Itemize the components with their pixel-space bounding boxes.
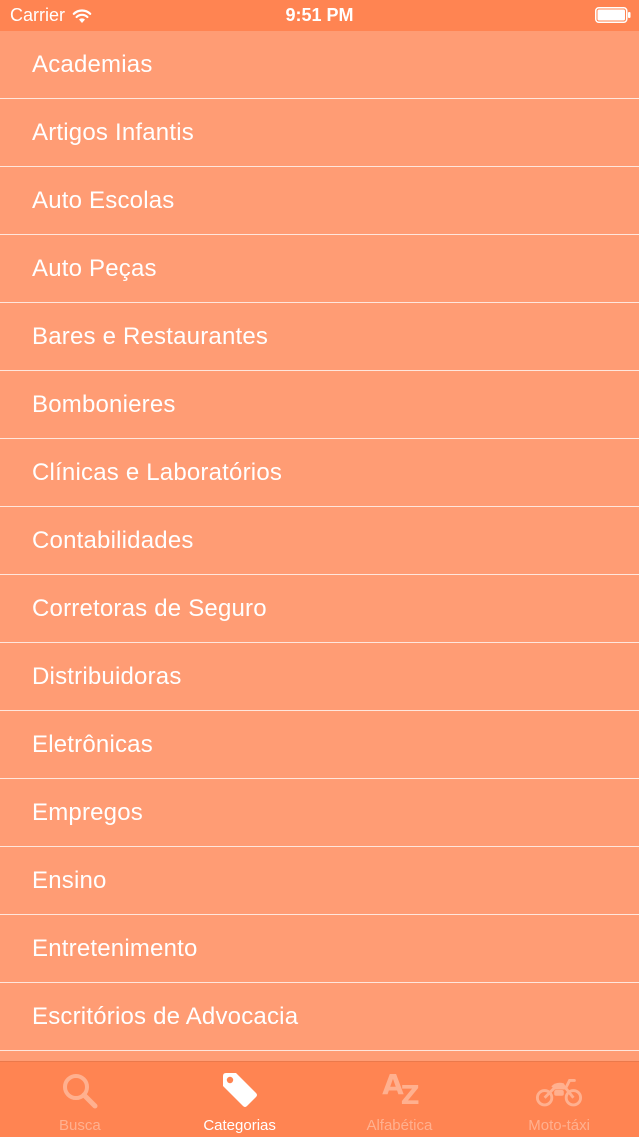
list-item-label: Ensino: [32, 866, 107, 894]
list-item-label: Auto Peças: [32, 254, 157, 282]
tab-busca[interactable]: Busca: [0, 1062, 160, 1137]
list-item-label: Distribuidoras: [32, 662, 182, 690]
tab-bar: Busca Categorias AZ Alfabética Moto-táxi: [0, 1061, 639, 1137]
az-icon: AZ: [382, 1068, 420, 1111]
search-icon: [62, 1074, 98, 1109]
list-item-artigos-infantis[interactable]: Artigos Infantis: [0, 99, 639, 167]
list-item-label: Bares e Restaurantes: [32, 322, 269, 350]
list-item-label: Contabilidades: [32, 526, 194, 554]
list-item-entretenimento[interactable]: Entretenimento: [0, 915, 639, 983]
battery-icon: [595, 7, 631, 23]
tab-label: Moto-táxi: [528, 1117, 590, 1134]
list-item-bares-e-restaurantes[interactable]: Bares e Restaurantes: [0, 303, 639, 371]
list-item-distribuidoras[interactable]: Distribuidoras: [0, 643, 639, 711]
list-item-label: Artigos Infantis: [32, 118, 194, 146]
list-item-auto-pecas[interactable]: Auto Peças: [0, 235, 639, 303]
list-item-eletronicas[interactable]: Eletrônicas: [0, 711, 639, 779]
list-item-label: Bombonieres: [32, 390, 176, 418]
tab-alfabetica[interactable]: AZ Alfabética: [320, 1062, 480, 1137]
list-item-empregos[interactable]: Empregos: [0, 779, 639, 847]
list-item-academias[interactable]: Academias: [0, 31, 639, 99]
list-item-auto-escolas[interactable]: Auto Escolas: [0, 167, 639, 235]
list-item-label: Entretenimento: [32, 934, 198, 962]
tab-label: Alfabética: [366, 1117, 433, 1134]
list-item-label: Clínicas e Laboratórios: [32, 458, 283, 486]
tab-label: Categorias: [203, 1117, 276, 1134]
motorcycle-icon: [536, 1079, 583, 1107]
tag-icon: [222, 1073, 257, 1107]
list-item-clinicas-e-laboratorios[interactable]: Clínicas e Laboratórios: [0, 439, 639, 507]
list-item-label: Escritórios de Advocacia: [32, 1002, 299, 1030]
list-item-escritorios-de-advocacia[interactable]: Escritórios de Advocacia: [0, 983, 639, 1051]
list-item-label: Auto Escolas: [32, 186, 175, 214]
list-item-label: Academias: [32, 50, 153, 78]
list-item-corretoras-de-seguro[interactable]: Corretoras de Seguro: [0, 575, 639, 643]
list-item-label: Empregos: [32, 798, 143, 826]
status-time: 9:51 PM: [285, 5, 354, 25]
list-item-label: Eletrônicas: [32, 730, 153, 758]
list-item-contabilidades[interactable]: Contabilidades: [0, 507, 639, 575]
status-bar: Carrier 9:51 PM: [0, 0, 639, 31]
tab-moto-taxi[interactable]: Moto-táxi: [479, 1062, 639, 1137]
tab-categorias[interactable]: Categorias: [160, 1062, 320, 1137]
list-item-label: Corretoras de Seguro: [32, 594, 267, 622]
category-list[interactable]: Academias Artigos Infantis Auto Escolas …: [0, 31, 639, 1061]
list-item-ensino[interactable]: Ensino: [0, 847, 639, 915]
tab-label: Busca: [59, 1117, 101, 1134]
list-item-bombonieres[interactable]: Bombonieres: [0, 371, 639, 439]
